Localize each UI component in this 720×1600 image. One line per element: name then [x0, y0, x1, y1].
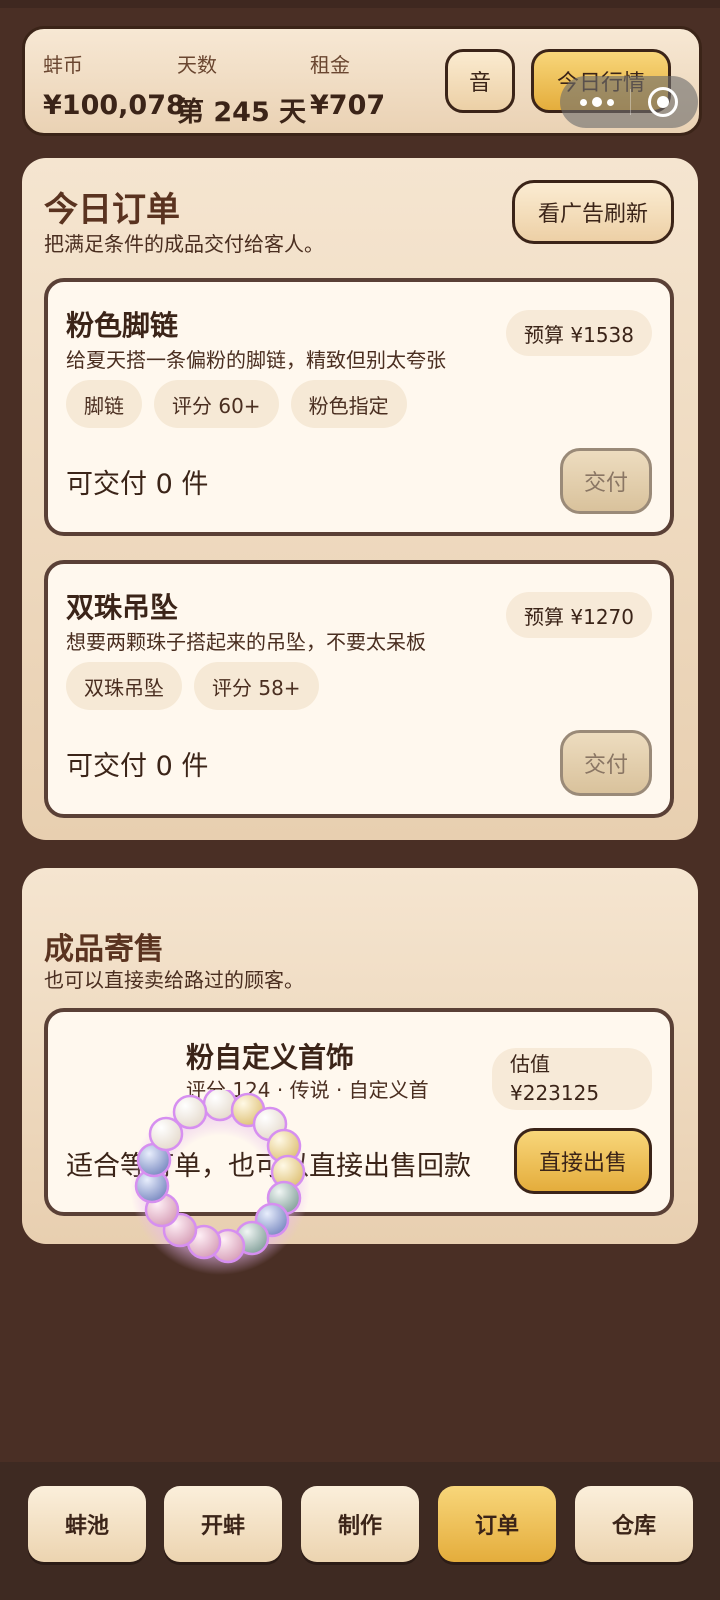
stat-rent-label: 租金: [310, 53, 350, 77]
refresh-ad-button[interactable]: 看广告刷新: [512, 180, 674, 244]
order-deliverable-count: 可交付 0 件: [66, 751, 209, 782]
order-desc: 给夏天搭一条偏粉的脚链，精致但别太夸张: [66, 348, 446, 372]
nav-open-clam[interactable]: 开蚌: [164, 1486, 282, 1562]
consign-item-name: 粉自定义首饰: [186, 1041, 355, 1074]
stat-coins-label: 蚌币: [43, 53, 83, 77]
stat-rent: 租金 ¥707: [310, 49, 385, 121]
order-tag: 评分 60+: [154, 380, 279, 428]
close-target-icon[interactable]: [647, 87, 678, 117]
bracelet-illustration: [130, 1090, 310, 1275]
consign-subtitle: 也可以直接卖给路过的顾客。: [44, 968, 304, 992]
order-tags: 双珠吊坠 评分 58+: [66, 662, 319, 710]
stat-coins: 蚌币 ¥100,078: [43, 49, 185, 121]
order-deliverable-count: 可交付 0 件: [66, 469, 209, 500]
orders-subtitle: 把满足条件的成品交付给客人。: [44, 232, 324, 256]
deliver-button[interactable]: 交付: [560, 730, 652, 796]
order-tag: 评分 58+: [194, 662, 319, 710]
stat-days: 天数 第 245 天: [177, 49, 306, 129]
order-card: 粉色脚链 给夏天搭一条偏粉的脚链，精致但别太夸张 预算 ¥1538 脚链 评分 …: [44, 278, 674, 536]
consign-valuation: 估值 ¥223125: [492, 1048, 652, 1110]
nav-pool[interactable]: 蚌池: [28, 1486, 146, 1562]
valuation-value: ¥223125: [510, 1081, 600, 1105]
order-name: 双珠吊坠: [66, 591, 179, 624]
nav-craft[interactable]: 制作: [301, 1486, 419, 1562]
sell-now-button[interactable]: 直接出售: [514, 1128, 652, 1194]
stat-rent-value: ¥707: [310, 90, 386, 121]
order-desc: 想要两颗珠子搭起来的吊坠，不要太呆板: [66, 630, 426, 654]
nav-warehouse[interactable]: 仓库: [575, 1486, 693, 1562]
order-tags: 脚链 评分 60+ 粉色指定: [66, 380, 407, 428]
order-tag: 脚链: [66, 380, 142, 428]
miniprogram-capsule: [560, 76, 698, 128]
valuation-label: 估值: [510, 1052, 550, 1076]
deliver-button[interactable]: 交付: [560, 448, 652, 514]
orders-panel: 今日订单 把满足条件的成品交付给客人。 看广告刷新 粉色脚链 给夏天搭一条偏粉的…: [22, 158, 698, 840]
stat-coins-value: ¥100,078: [43, 90, 185, 121]
sound-button[interactable]: 音: [445, 49, 515, 113]
order-budget: 预算 ¥1270: [506, 592, 652, 638]
stat-days-value: 第 245 天: [177, 97, 307, 128]
order-budget: 预算 ¥1538: [506, 310, 652, 356]
order-name: 粉色脚链: [66, 309, 179, 342]
capsule-divider: [630, 89, 632, 115]
orders-title: 今日订单: [44, 190, 180, 230]
status-strip: [0, 0, 720, 8]
stat-days-label: 天数: [177, 53, 217, 77]
order-card: 双珠吊坠 想要两颗珠子搭起来的吊坠，不要太呆板 预算 ¥1270 双珠吊坠 评分…: [44, 560, 674, 818]
order-tag: 粉色指定: [290, 380, 407, 428]
more-icon[interactable]: [580, 97, 615, 107]
nav-orders[interactable]: 订单: [438, 1486, 556, 1562]
bottom-nav: 蚌池 开蚌 制作 订单 仓库: [0, 1462, 720, 1600]
consign-title: 成品寄售: [44, 932, 164, 967]
order-tag: 双珠吊坠: [66, 662, 182, 710]
